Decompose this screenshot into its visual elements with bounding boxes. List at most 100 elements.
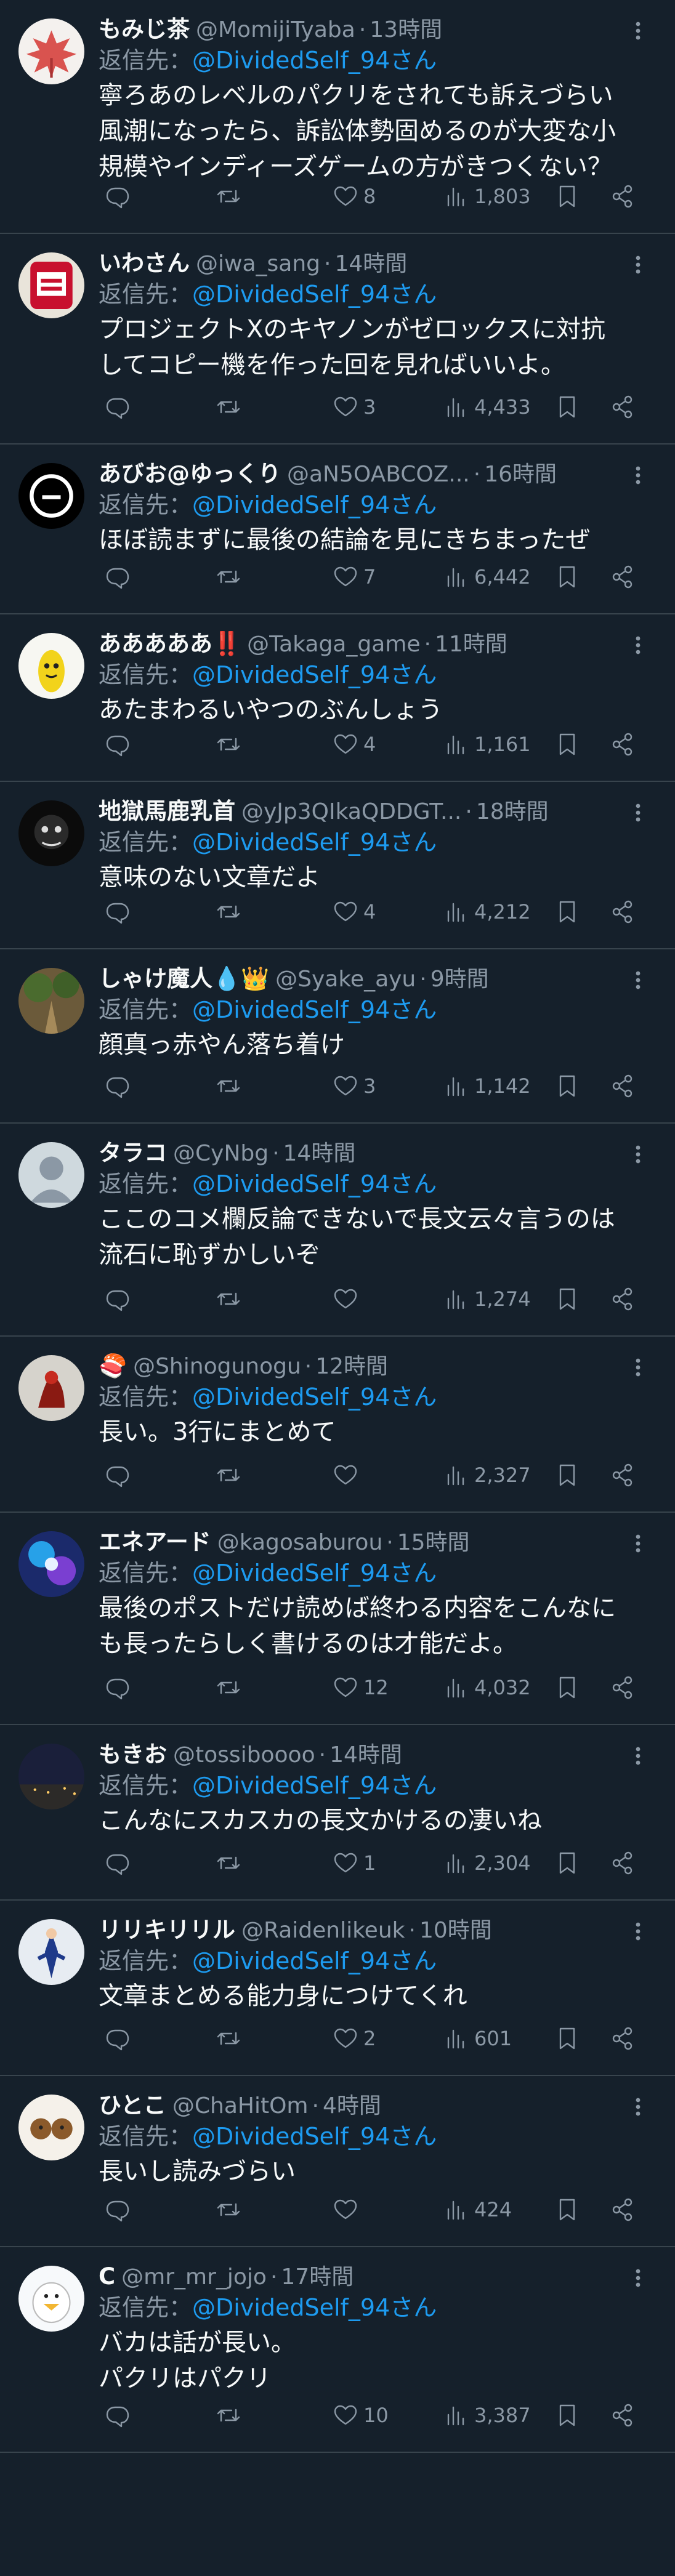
user-handle[interactable]: @ChaHitOm <box>172 2091 309 2121</box>
avatar[interactable] <box>18 2095 84 2160</box>
retweet-button[interactable] <box>216 1672 241 1703</box>
more-icon[interactable] <box>626 1744 650 1768</box>
timestamp[interactable]: 18時間 <box>476 797 549 827</box>
share-button[interactable] <box>610 561 636 592</box>
tweet[interactable]: しゃけ魔人💧👑 @Syake_ayu · 9時間 返信先：@DividedSel… <box>0 949 675 1124</box>
reply-to-link[interactable]: @DividedSelf_94さん <box>192 491 437 518</box>
views-button[interactable]: 1,803 <box>443 181 531 212</box>
views-button[interactable]: 4,032 <box>443 1672 531 1703</box>
timestamp[interactable]: 17時間 <box>281 2263 354 2292</box>
retweet-button[interactable] <box>216 181 241 212</box>
bookmark-button[interactable] <box>554 561 580 592</box>
more-icon[interactable] <box>626 2095 650 2119</box>
display-name[interactable]: 地獄馬鹿乳首 <box>99 797 235 826</box>
display-name[interactable]: あああああ‼️ <box>99 629 241 659</box>
share-button[interactable] <box>610 729 636 760</box>
like-button[interactable] <box>333 2194 363 2225</box>
reply-button[interactable] <box>105 561 131 592</box>
like-button[interactable]: 12 <box>333 1672 389 1703</box>
display-name[interactable]: C <box>99 2262 115 2292</box>
tweet[interactable]: エネアード @kagosaburou · 15時間 返信先：@DividedSe… <box>0 1513 675 1725</box>
reply-to-link[interactable]: @DividedSelf_94さん <box>192 1383 437 1411</box>
avatar[interactable] <box>18 968 84 1034</box>
display-name[interactable]: エネアード <box>99 1527 211 1557</box>
bookmark-button[interactable] <box>554 2023 580 2054</box>
views-button[interactable]: 1,274 <box>443 1284 531 1314</box>
display-name[interactable]: ひとこ <box>99 2091 166 2120</box>
reply-button[interactable] <box>105 1460 131 1491</box>
display-name[interactable]: 🍣 <box>99 1351 127 1381</box>
avatar[interactable] <box>18 463 84 529</box>
retweet-button[interactable] <box>216 1284 241 1314</box>
user-handle[interactable]: @kagosaburou <box>217 1528 383 1558</box>
timestamp[interactable]: 14時間 <box>283 1139 356 1169</box>
display-name[interactable]: リリキリリル <box>99 1915 235 1945</box>
timestamp[interactable]: 14時間 <box>334 249 407 279</box>
avatar[interactable] <box>18 2266 84 2332</box>
display-name[interactable]: もきお <box>99 1740 167 1769</box>
avatar[interactable] <box>18 1919 84 1985</box>
bookmark-button[interactable] <box>554 1848 580 1878</box>
reply-button[interactable] <box>105 2400 131 2431</box>
like-button[interactable]: 3 <box>333 1071 376 1101</box>
reply-button[interactable] <box>105 181 131 212</box>
reply-button[interactable] <box>105 729 131 760</box>
reply-button[interactable] <box>105 2194 131 2225</box>
share-button[interactable] <box>610 1284 636 1314</box>
reply-to-link[interactable]: @DividedSelf_94さん <box>192 2294 437 2321</box>
views-button[interactable]: 2,327 <box>443 1460 531 1491</box>
more-icon[interactable] <box>626 1531 650 1556</box>
avatar[interactable] <box>18 1355 84 1421</box>
user-handle[interactable]: @yJp3QIkaQDDGT... <box>241 797 461 827</box>
like-button[interactable] <box>333 1284 363 1314</box>
more-icon[interactable] <box>626 800 650 825</box>
like-button[interactable]: 10 <box>333 2400 389 2431</box>
timestamp[interactable]: 13時間 <box>370 15 442 45</box>
reply-button[interactable] <box>105 1672 131 1703</box>
retweet-button[interactable] <box>216 729 241 760</box>
bookmark-button[interactable] <box>554 1071 580 1101</box>
bookmark-button[interactable] <box>554 1284 580 1314</box>
like-button[interactable]: 4 <box>333 896 376 927</box>
bookmark-button[interactable] <box>554 896 580 927</box>
reply-to-link[interactable]: @DividedSelf_94さん <box>192 996 437 1023</box>
user-handle[interactable]: @Shinogunogu <box>133 1352 301 1382</box>
tweet[interactable]: 🍣 @Shinogunogu · 12時間 返信先：@DividedSelf_9… <box>0 1337 675 1513</box>
share-button[interactable] <box>610 2023 636 2054</box>
reply-button[interactable] <box>105 392 131 422</box>
user-handle[interactable]: @Raidenlikeuk <box>241 1916 405 1946</box>
reply-to-link[interactable]: @DividedSelf_94さん <box>192 829 437 856</box>
retweet-button[interactable] <box>216 561 241 592</box>
reply-to-link[interactable]: @DividedSelf_94さん <box>192 1170 437 1197</box>
user-handle[interactable]: @Syake_ayu <box>275 965 416 994</box>
like-button[interactable]: 8 <box>333 181 376 212</box>
more-icon[interactable] <box>626 968 650 992</box>
reply-to-link[interactable]: @DividedSelf_94さん <box>192 661 437 688</box>
display-name[interactable]: あびお@ゆっくり <box>99 459 281 489</box>
avatar[interactable] <box>18 800 84 866</box>
avatar[interactable] <box>18 1531 84 1597</box>
reply-button[interactable] <box>105 1848 131 1878</box>
display-name[interactable]: いわさん <box>99 249 190 278</box>
like-button[interactable]: 2 <box>333 2023 376 2054</box>
share-button[interactable] <box>610 1460 636 1491</box>
tweet[interactable]: C @mr_mr_jojo · 17時間 返信先：@DividedSelf_94… <box>0 2247 675 2453</box>
retweet-button[interactable] <box>216 392 241 422</box>
share-button[interactable] <box>610 2400 636 2431</box>
bookmark-button[interactable] <box>554 392 580 422</box>
display-name[interactable]: もみじ茶 <box>99 15 190 44</box>
tweet[interactable]: もみじ茶 @MomijiTyaba · 13時間 返信先：@DividedSel… <box>0 0 675 234</box>
retweet-button[interactable] <box>216 2023 241 2054</box>
reply-to-link[interactable]: @DividedSelf_94さん <box>192 2123 437 2150</box>
bookmark-button[interactable] <box>554 2194 580 2225</box>
reply-button[interactable] <box>105 896 131 927</box>
retweet-button[interactable] <box>216 2194 241 2225</box>
more-icon[interactable] <box>626 1355 650 1380</box>
like-button[interactable]: 3 <box>333 392 376 422</box>
bookmark-button[interactable] <box>554 2400 580 2431</box>
user-handle[interactable]: @CyNbg <box>173 1139 269 1169</box>
like-button[interactable] <box>333 1460 363 1491</box>
bookmark-button[interactable] <box>554 1672 580 1703</box>
bookmark-button[interactable] <box>554 181 580 212</box>
reply-to-link[interactable]: @DividedSelf_94さん <box>192 1560 437 1587</box>
